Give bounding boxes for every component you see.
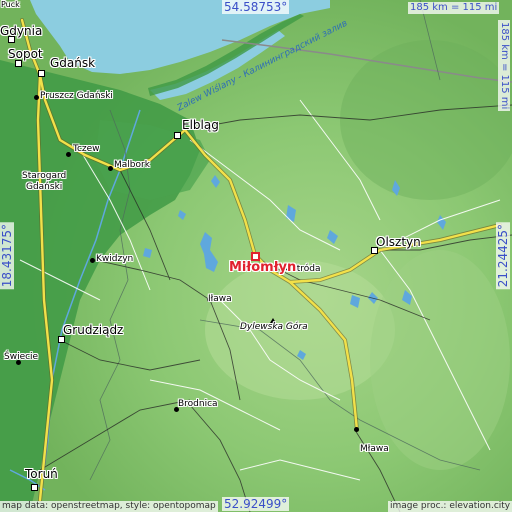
city-label-gdynia[interactable]: Gdynia xyxy=(0,25,42,38)
town-marker-kwidzyn xyxy=(90,258,95,263)
coord-top-lat: 54.58753° xyxy=(222,0,290,14)
coord-right-lon: 21.24425° xyxy=(496,222,510,290)
map-view[interactable]: Zalew Wiślany - Калининградский залив Pu… xyxy=(0,0,512,512)
town-marker-tczew xyxy=(66,152,71,157)
city-label-grudziadz[interactable]: Grudziądz xyxy=(63,324,123,337)
town-label-starogard[interactable]: Starogard Gdański xyxy=(22,171,66,193)
town-label-ilawa[interactable]: Iława xyxy=(208,294,232,305)
city-marker-torun xyxy=(31,484,38,491)
city-marker-grudziadz xyxy=(58,336,65,343)
city-marker-sopot xyxy=(15,60,22,67)
town-label-tczew[interactable]: Tczew xyxy=(73,144,100,155)
town-label-pruszcz[interactable]: Pruszcz Gdański xyxy=(40,91,113,102)
city-marker-elblag xyxy=(174,132,181,139)
credit-image-proc: image proc.: elevation.city xyxy=(388,501,512,512)
town-label-swiecie[interactable]: Świecie xyxy=(4,352,38,363)
coord-bottom-lat: 52.92499° xyxy=(222,497,290,511)
town-label-brodnica[interactable]: Brodnica xyxy=(178,399,218,410)
town-label-malbork[interactable]: Malbork xyxy=(114,160,150,171)
hill-label-dylewska[interactable]: Dylewska Góra xyxy=(240,322,308,333)
main-place-label[interactable]: Miłomłyn xyxy=(229,260,296,275)
city-label-olsztyn[interactable]: Olsztyn xyxy=(376,236,421,249)
scale-vertical: 185 km = 115 mi xyxy=(498,20,510,112)
town-marker-malbork xyxy=(108,166,113,171)
city-label-sopot[interactable]: Sopot xyxy=(8,48,43,61)
town-marker-mlawa xyxy=(354,427,359,432)
city-label-torun[interactable]: Toruń xyxy=(25,468,58,481)
town-marker-pruszcz xyxy=(34,95,39,100)
scale-horizontal: 185 km = 115 mi xyxy=(408,2,500,14)
place-label-puck: Puck xyxy=(1,0,20,9)
city-label-gdansk[interactable]: Gdańsk xyxy=(50,57,95,70)
town-label-mlawa[interactable]: Mława xyxy=(360,444,389,455)
town-label-kwidzyn[interactable]: Kwidzyn xyxy=(96,254,133,265)
coord-left-lon: 18.43175° xyxy=(0,222,14,290)
city-marker-gdansk xyxy=(38,70,45,77)
city-label-elblag[interactable]: Elbląg xyxy=(182,119,219,132)
credit-map-data: map data: openstreetmap, style: opentopo… xyxy=(0,501,218,512)
upland-patch-east xyxy=(370,250,510,470)
